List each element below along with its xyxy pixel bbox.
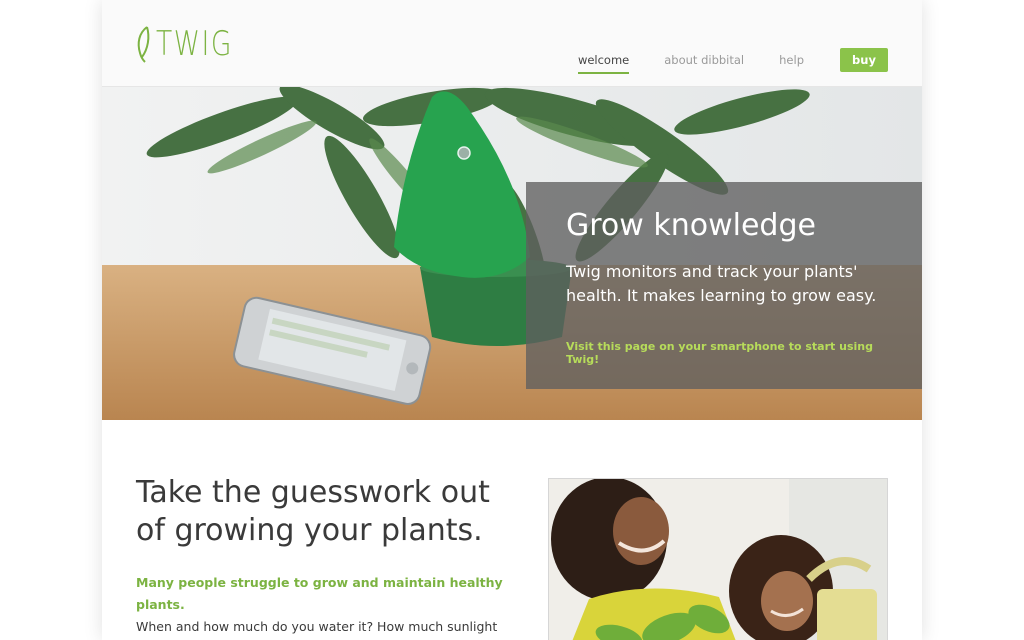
leaf-icon <box>137 26 150 63</box>
hero-cta-link[interactable]: Visit this page on your smartphone to st… <box>566 340 882 366</box>
nav-about-dibbital[interactable]: about dibbital <box>664 48 744 72</box>
hero-panel: Grow knowledge Twig monitors and track y… <box>526 182 922 389</box>
buy-button[interactable]: buy <box>840 48 888 72</box>
section-heading: Take the guesswork out of growing your p… <box>136 475 490 548</box>
page: TWIG welcome about dibbital help buy Gro… <box>102 0 922 640</box>
main-nav: welcome about dibbital help buy <box>543 48 888 74</box>
logo-text: TWIG <box>156 24 234 64</box>
hero-text: Twig monitors and track your plants' hea… <box>566 262 877 305</box>
lead-text: When and how much do you water it? How m… <box>136 619 498 634</box>
hero-title: Grow knowledge <box>566 208 816 243</box>
family-photo-image <box>549 479 887 640</box>
nav-welcome[interactable]: welcome <box>577 48 630 74</box>
lead-highlight: Many people struggle to grow and maintai… <box>136 575 503 612</box>
site-header: TWIG welcome about dibbital help buy <box>102 0 922 87</box>
family-photo <box>548 478 888 640</box>
nav-help[interactable]: help <box>779 48 804 72</box>
logo[interactable]: TWIG <box>136 24 255 64</box>
section-lead: Many people struggle to grow and maintai… <box>136 572 536 640</box>
hero-banner: Grow knowledge Twig monitors and track y… <box>102 87 922 420</box>
